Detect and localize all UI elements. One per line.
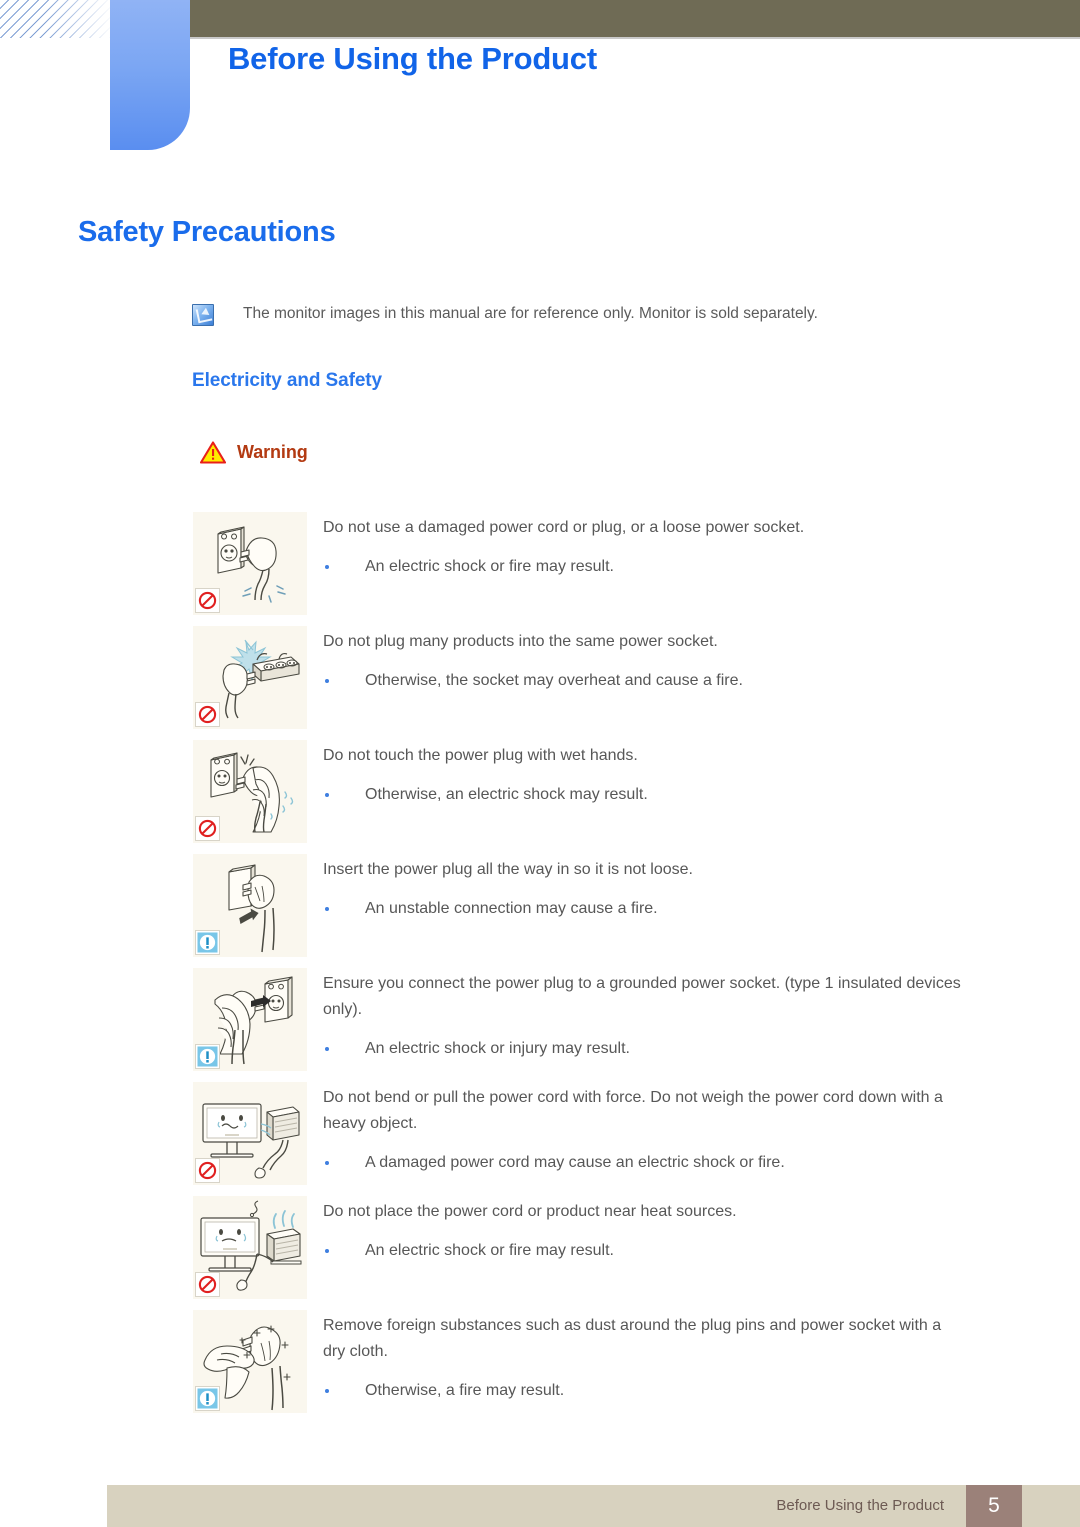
precaution-bullets: Otherwise, an electric shock may result.: [323, 783, 1080, 807]
page-footer: Before Using the Product 5: [107, 1485, 1080, 1527]
precaution-bullets: An unstable connection may cause a fire.: [323, 897, 1080, 921]
precaution-bullet: Otherwise, an electric shock may result.: [323, 783, 1080, 807]
wet-hands-plug-illustration: [193, 740, 307, 843]
precaution-item: Do not plug many products into the same …: [0, 626, 1080, 729]
precaution-text: Do not bend or pull the power cord with …: [323, 1082, 1080, 1175]
prohibition-icon: [195, 1158, 220, 1183]
precaution-lead: Do not touch the power plug with wet han…: [323, 747, 638, 764]
precaution-bullets: An electric shock or injury may result.: [323, 1037, 1080, 1061]
precaution-text: Do not place the power cord or product n…: [323, 1196, 1080, 1263]
precaution-bullet: Otherwise, a fire may result.: [323, 1379, 1080, 1403]
page-title: Safety Precautions: [78, 216, 336, 248]
precaution-text: Insert the power plug all the way in so …: [323, 854, 1080, 921]
header-underline: [190, 37, 1080, 39]
warning-header: Warning: [200, 441, 308, 464]
precaution-bullet: An unstable connection may cause a fire.: [323, 897, 1080, 921]
chapter-title: Before Using the Product: [228, 41, 597, 76]
precaution-text: Do not use a damaged power cord or plug,…: [323, 512, 1080, 579]
mandatory-icon: [195, 1386, 220, 1411]
precaution-lead: Do not plug many products into the same …: [323, 633, 718, 650]
note-text: The monitor images in this manual are fo…: [243, 305, 818, 322]
precaution-item: Ensure you connect the power plug to a g…: [0, 968, 1080, 1071]
precaution-bullets: An electric shock or fire may result.: [323, 555, 1080, 579]
clean-plug-pins-illustration: [193, 1310, 307, 1413]
precaution-bullets: A damaged power cord may cause an electr…: [323, 1151, 1080, 1175]
insert-plug-fully-illustration: [193, 854, 307, 957]
precaution-lead: Do not place the power cord or product n…: [323, 1203, 737, 1220]
hatch-fade-overlay: [0, 0, 110, 38]
precaution-item: Do not place the power cord or product n…: [0, 1196, 1080, 1299]
prohibition-icon: [195, 1272, 220, 1297]
damaged-plug-socket-illustration: [193, 512, 307, 615]
footer-chapter-label: Before Using the Product: [776, 1497, 944, 1514]
precaution-item: Do not bend or pull the power cord with …: [0, 1082, 1080, 1185]
header-olive-bar: [190, 0, 1080, 37]
precaution-bullet: An electric shock or fire may result.: [323, 555, 1080, 579]
prohibition-icon: [195, 702, 220, 727]
precaution-bullet: A damaged power cord may cause an electr…: [323, 1151, 1080, 1175]
precaution-bullets: Otherwise, a fire may result.: [323, 1379, 1080, 1403]
precaution-text: Do not touch the power plug with wet han…: [323, 740, 1080, 807]
precaution-item: Do not use a damaged power cord or plug,…: [0, 512, 1080, 615]
precaution-lead: Ensure you connect the power plug to a g…: [323, 975, 961, 1018]
precaution-bullet: Otherwise, the socket may overheat and c…: [323, 669, 1080, 693]
note-callout: The monitor images in this manual are fo…: [192, 303, 818, 326]
precaution-lead: Do not use a damaged power cord or plug,…: [323, 519, 805, 536]
precaution-text: Do not plug many products into the same …: [323, 626, 1080, 693]
precaution-bullets: An electric shock or fire may result.: [323, 1239, 1080, 1263]
note-pen-icon: [192, 304, 214, 326]
precaution-bullets: Otherwise, the socket may overheat and c…: [323, 669, 1080, 693]
precaution-bullet: An electric shock or injury may result.: [323, 1037, 1080, 1061]
precaution-lead: Do not bend or pull the power cord with …: [323, 1089, 943, 1132]
precaution-lead: Insert the power plug all the way in so …: [323, 861, 693, 878]
cord-near-heat-source-illustration: [193, 1196, 307, 1299]
precaution-text: Ensure you connect the power plug to a g…: [323, 968, 1080, 1061]
precaution-text: Remove foreign substances such as dust a…: [323, 1310, 1080, 1403]
precaution-item: Remove foreign substances such as dust a…: [0, 1310, 1080, 1413]
section-heading: Electricity and Safety: [192, 370, 382, 391]
prohibition-icon: [195, 816, 220, 841]
grounded-socket-illustration: [193, 968, 307, 1071]
prohibition-icon: [195, 588, 220, 613]
bent-cord-heavy-object-illustration: [193, 1082, 307, 1185]
precaution-bullet: An electric shock or fire may result.: [323, 1239, 1080, 1263]
mandatory-icon: [195, 1044, 220, 1069]
page-number: 5: [988, 1494, 1000, 1517]
precaution-item: Do not touch the power plug with wet han…: [0, 740, 1080, 843]
page-number-box: 5: [966, 1485, 1022, 1527]
precaution-list: Do not use a damaged power cord or plug,…: [0, 512, 1080, 1424]
chapter-tab: [110, 0, 190, 150]
overloaded-power-strip-illustration: [193, 626, 307, 729]
precaution-lead: Remove foreign substances such as dust a…: [323, 1317, 942, 1360]
mandatory-icon: [195, 930, 220, 955]
warning-label: Warning: [237, 442, 308, 462]
precaution-item: Insert the power plug all the way in so …: [0, 854, 1080, 957]
warning-triangle-icon: [200, 441, 226, 464]
page-header: Before Using the Product: [0, 0, 1080, 150]
